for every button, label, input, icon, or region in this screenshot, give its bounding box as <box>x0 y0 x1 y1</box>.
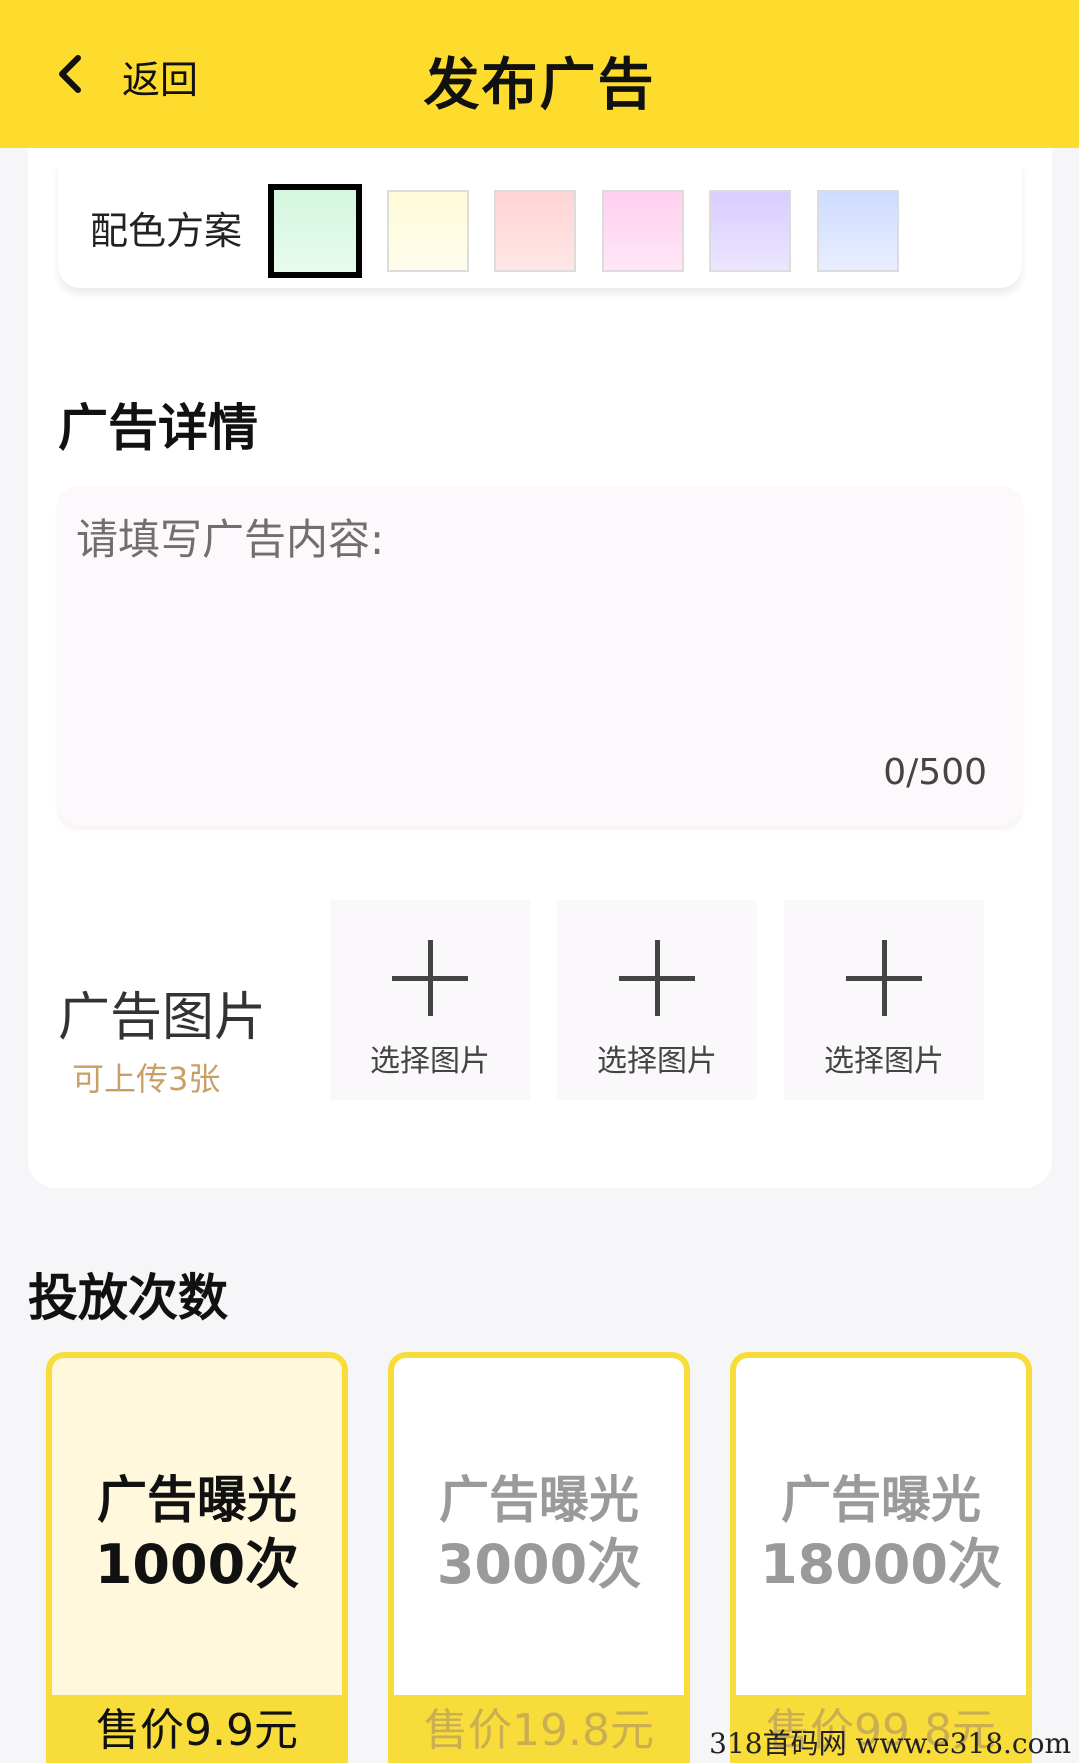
image-slot-label: 选择图片 <box>370 1044 490 1079</box>
palette-label: 配色方案 <box>90 209 243 253</box>
plan-count: 1000次 <box>94 1533 300 1596</box>
swatch-green[interactable] <box>268 184 362 278</box>
images-label: 广告图片 <box>58 988 267 1048</box>
page-title: 发布广告 <box>423 53 656 118</box>
plus-icon <box>846 940 922 1016</box>
swatch-pink[interactable] <box>602 190 684 272</box>
plan-price: 售价19.8元 <box>394 1695 684 1763</box>
image-slot-label: 选择图片 <box>824 1044 944 1079</box>
image-slot-2[interactable]: 选择图片 <box>557 900 757 1100</box>
details-title: 广告详情 <box>58 399 258 457</box>
plan-card-18000[interactable]: 广告曝光 18000次 售价99.8元 <box>730 1352 1032 1763</box>
image-slot-label: 选择图片 <box>597 1044 717 1079</box>
plus-icon <box>392 940 468 1016</box>
image-slot-1[interactable]: 选择图片 <box>330 900 530 1100</box>
plan-count: 18000次 <box>760 1533 1002 1596</box>
images-hint: 可上传3张 <box>72 1060 221 1098</box>
swatch-red[interactable] <box>494 190 576 272</box>
char-counter: 0/500 <box>883 752 987 793</box>
swatch-blue[interactable] <box>817 190 899 272</box>
image-slot-3[interactable]: 选择图片 <box>784 900 984 1100</box>
swatch-yellow[interactable] <box>387 190 469 272</box>
plan-card-3000[interactable]: 广告曝光 3000次 售价19.8元 <box>388 1352 690 1763</box>
plans-title: 投放次数 <box>28 1269 228 1327</box>
ad-content-placeholder: 请填写广告内容: <box>76 515 385 564</box>
plan-price: 售价9.9元 <box>52 1695 342 1763</box>
plan-count: 3000次 <box>436 1533 642 1596</box>
plan-card-1000[interactable]: 广告曝光 1000次 售价9.9元 <box>46 1352 348 1763</box>
plus-icon <box>619 940 695 1016</box>
watermark: 318首码网 www.e318.com <box>709 1727 1071 1760</box>
swatch-purple[interactable] <box>709 190 791 272</box>
